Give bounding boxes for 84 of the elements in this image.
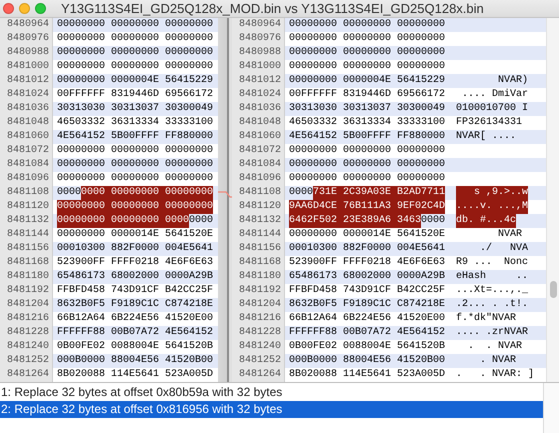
change-item[interactable]: 1: Replace 32 bytes at offset 0x80b59a with 32 bytes: [0, 384, 543, 401]
hex-bytes: 00000000 00000000 00000000: [57, 158, 214, 172]
hex-bytes: 00010300 882F0000 004E5641: [57, 242, 214, 256]
hex-bytes: 66B12A64 6B224E56 41520E00: [289, 312, 446, 326]
ascii-text: f.*dk"NVAR: [456, 312, 516, 326]
ascii-text: 0100010700 I: [456, 102, 528, 116]
hex-bytes: 00000000 00000000 00000000: [289, 18, 446, 32]
changed-bytes: 0000 00000000 00000000: [81, 186, 214, 200]
ascii-text: eHash ..: [456, 270, 528, 284]
hex-bytes: 8632B0F5 F9189C1C C874218E: [57, 298, 214, 312]
changed-bytes: 00000000 00000000 0000: [57, 214, 190, 228]
hex-bytes: 0000: [289, 186, 314, 200]
hex-bytes: 000B0000 88004E56 41520B00: [57, 354, 214, 368]
hex-bytes: 8632B0F5 F9189C1C C874218E: [289, 298, 446, 312]
hex-bytes: 00000000 0000014E 5641520E: [289, 228, 446, 242]
hex-bytes: 0000: [421, 214, 446, 228]
hex-bytes: 00000000 00000000 00000000: [57, 32, 214, 46]
changed-bytes: 731E 2C39A03E B2AD7711: [313, 186, 446, 200]
hex-bytes: 0B00FE02 0088004E 5641520B: [57, 340, 214, 354]
hex-bytes: 46503332 36313334 33333100: [289, 116, 446, 130]
hex-bytes: 66B12A64 6B224E56 41520E00: [57, 312, 214, 326]
changed-bytes: 9AA6D4CE 76B111A3 9EF02C4D: [289, 200, 446, 214]
hex-bytes: 0B00FE02 0088004E 5641520B: [289, 340, 446, 354]
minimize-button[interactable]: [19, 3, 30, 14]
hex-bytes: 00000000 00000000 00000000: [289, 144, 446, 158]
hex-bytes: 30313030 30313037 30300049: [289, 102, 446, 116]
hex-bytes: 00000000 00000000 00000000: [289, 60, 446, 74]
hex-bytes: FFFFFF88 00B07A72 4E564152: [57, 326, 214, 340]
hex-bytes: 00000000 00000000 00000000: [57, 18, 214, 32]
hex-bytes: 4E564152 5B00FFFF FF880000: [289, 130, 446, 144]
hex-bytes: 0000: [57, 186, 82, 200]
hex-bytes: 8B020088 114E5641 523A005D: [289, 368, 446, 382]
changed-text: ....v. ...,M: [456, 200, 528, 214]
hex-bytes: 00000000 0000004E 56415229: [57, 74, 214, 88]
hex-bytes: 00000000 00000000 00000000: [289, 172, 446, 186]
hex-bytes: 00000000 00000000 00000000: [57, 46, 214, 60]
ascii-text: .... .zrNVAR: [456, 326, 528, 340]
ascii-text: NVAR: [497, 228, 522, 242]
hex-bytes: 00FFFFFF 8319446D 69566172: [57, 88, 214, 102]
hex-bytes: 46503332 36313334 33333100: [57, 116, 214, 130]
hex-bytes: 00000000 0000014E 5641520E: [57, 228, 214, 242]
hex-bytes: 00000000 00000000 00000000: [57, 60, 214, 74]
hex-bytes: 00000000 00000000 00000000: [57, 144, 214, 158]
close-button[interactable]: [3, 3, 14, 14]
hex-bytes: 65486173 68002000 0000A29B: [57, 270, 214, 284]
ascii-text: R9 ... Nonc: [456, 256, 528, 270]
ascii-text: ...Xt=...,._: [456, 284, 528, 298]
hex-bytes: 30313030 30313037 30300049: [57, 102, 214, 116]
changed-bytes: 6462F502 23E389A6 3463: [289, 214, 422, 228]
ascii-text: . NVAR: [479, 354, 516, 368]
ascii-text: . . NVAR: ]: [456, 368, 534, 382]
ascii-text: FP326134331: [456, 116, 522, 130]
hex-bytes: 00FFFFFF 8319446D 69566172: [289, 88, 446, 102]
hex-bytes: FFBFD458 743D91CF B42CC25F: [57, 284, 214, 298]
window-title: Y13G113S4EI_GD25Q128x_MOD.bin vs Y13G113S4EI_GD25Q128x.bin: [61, 1, 484, 16]
zoom-button[interactable]: [35, 3, 46, 14]
hex-bytes: 00000000 00000000 00000000: [289, 46, 446, 60]
hex-bytes: 523900FF FFFF0218 4E6F6E63: [57, 256, 214, 270]
changed-bytes: 00000000 00000000 00000000: [57, 200, 214, 214]
ascii-text: NVAR[ ....: [456, 130, 516, 144]
ascii-text: . . NVAR: [467, 340, 522, 354]
hex-bytes: 65486173 68002000 0000A29B: [289, 270, 446, 284]
hex-bytes: 00000000 00000000 00000000: [289, 158, 446, 172]
changed-text: db. #...4c: [456, 214, 516, 228]
scrollbar[interactable]: [543, 383, 559, 433]
ascii-text: .... DmiVar: [461, 88, 528, 102]
hex-bytes: 00010300 882F0000 004E5641: [289, 242, 446, 256]
hex-bytes: FFFFFF88 00B07A72 4E564152: [289, 326, 446, 340]
hex-bytes: 00000000 0000004E 56415229: [289, 74, 446, 88]
ascii-text: ./ NVA: [479, 242, 528, 256]
hex-bytes: 8B020088 114E5641 523A005D: [57, 368, 214, 382]
hex-bytes: 00000000 00000000 00000000: [57, 172, 214, 186]
scrollbar[interactable]: [546, 18, 559, 382]
ascii-text: .2... . .t!.: [456, 298, 528, 312]
ascii-text: NVAR): [497, 74, 528, 88]
change-item[interactable]: 2: Replace 32 bytes at offset 0x816956 with 32 bytes: [0, 401, 543, 418]
hex-bytes: 000B0000 88004E56 41520B00: [289, 354, 446, 368]
changed-text: s ,9.>..w: [456, 186, 528, 200]
hex-bytes: 00000000 00000000 00000000: [289, 32, 446, 46]
hex-bytes: 4E564152 5B00FFFF FF880000: [57, 130, 214, 144]
hex-bytes: 523900FF FFFF0218 4E6F6E63: [289, 256, 446, 270]
hex-bytes: 0000: [189, 214, 214, 228]
hex-bytes: FFBFD458 743D91CF B42CC25F: [289, 284, 446, 298]
scrollbar-thumb[interactable]: [550, 281, 557, 298]
